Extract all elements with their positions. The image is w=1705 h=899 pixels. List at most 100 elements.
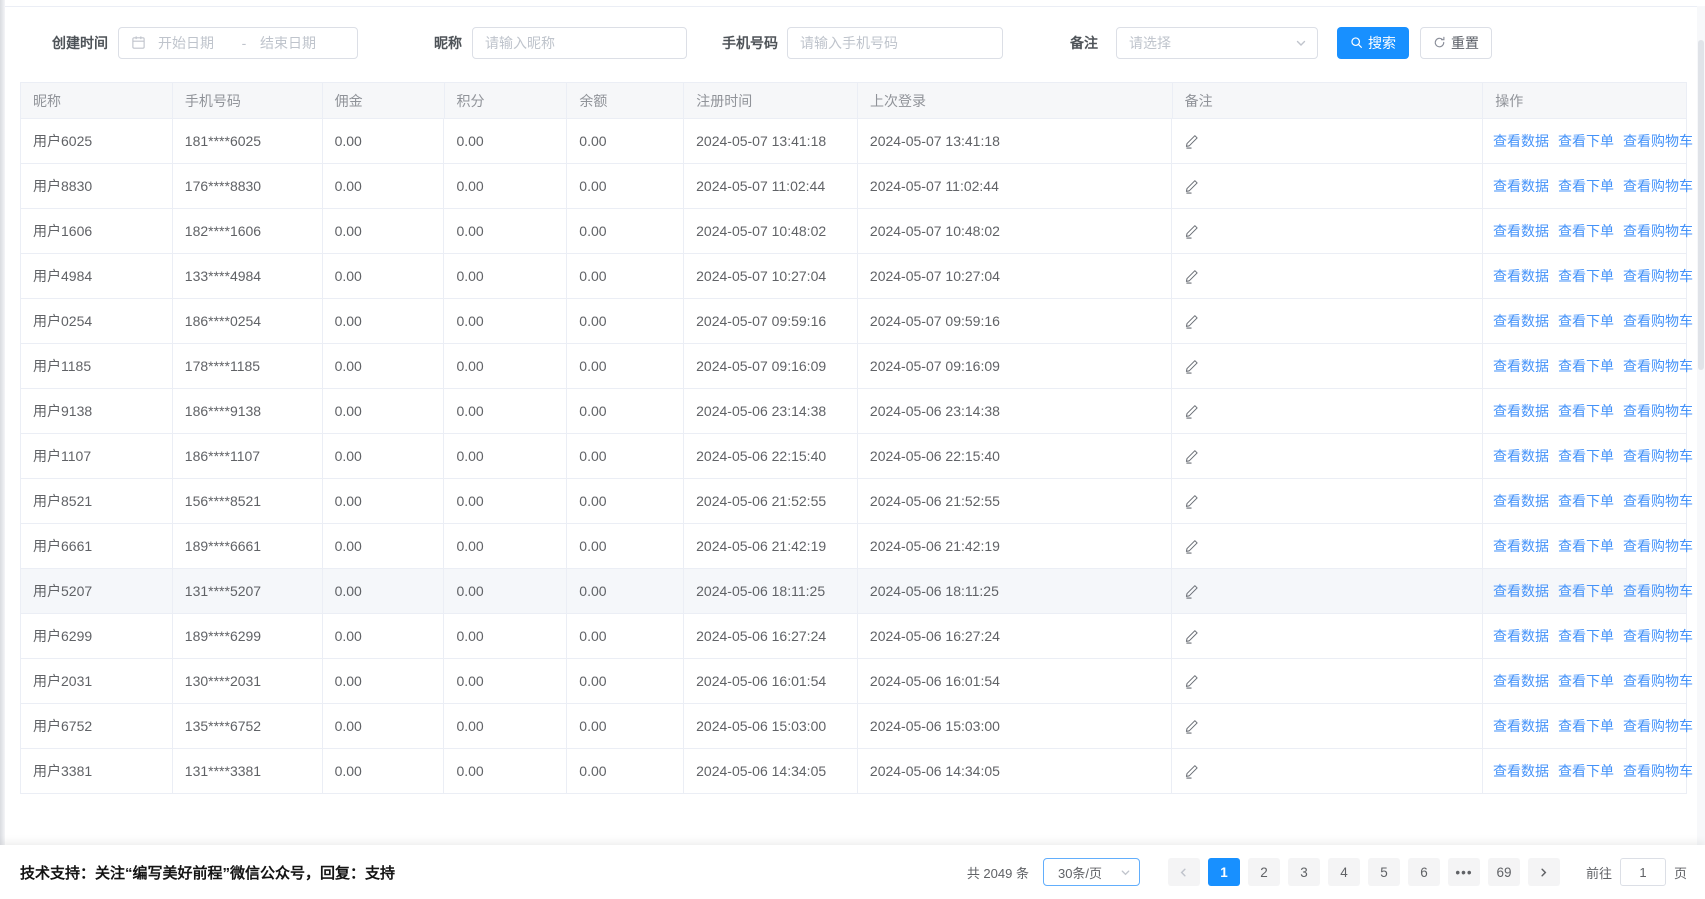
view-data-link[interactable]: 查看数据 [1493, 266, 1549, 286]
edit-remark-icon[interactable] [1184, 764, 1199, 779]
goto-page-input[interactable] [1620, 858, 1666, 886]
support-text: 技术支持：关注“编写美好前程”微信公众号，回复：支持 [20, 862, 395, 883]
edit-remark-icon[interactable] [1184, 719, 1199, 734]
pagination: 共 2049 条 30条/页 123456•••69 [967, 858, 1687, 886]
pager-page-button[interactable]: 6 [1408, 858, 1440, 886]
view-cart-link[interactable]: 查看购物车 [1623, 491, 1693, 511]
last-login-cell: 2024-05-06 18:11:25 [858, 569, 1173, 614]
view-data-link[interactable]: 查看数据 [1493, 581, 1549, 601]
pager-page-button[interactable]: 1 [1208, 858, 1240, 886]
view-orders-link[interactable]: 查看下单 [1558, 221, 1614, 241]
edit-remark-icon[interactable] [1184, 179, 1199, 194]
view-cart-link[interactable]: 查看购物车 [1623, 626, 1693, 646]
scrollbar-thumb[interactable] [1698, 40, 1704, 370]
phone-cell: 156****8521 [173, 479, 323, 524]
edit-remark-icon[interactable] [1184, 134, 1199, 149]
view-orders-link[interactable]: 查看下单 [1558, 716, 1614, 736]
start-date-input[interactable]: 开始日期 [150, 33, 236, 53]
view-data-link[interactable]: 查看数据 [1493, 311, 1549, 331]
remark-cell [1172, 614, 1483, 659]
end-date-input[interactable]: 结束日期 [252, 33, 338, 53]
view-data-link[interactable]: 查看数据 [1493, 401, 1549, 421]
search-button[interactable]: 搜索 [1337, 27, 1409, 59]
view-cart-link[interactable]: 查看购物车 [1623, 176, 1693, 196]
view-cart-link[interactable]: 查看购物车 [1623, 671, 1693, 691]
view-data-link[interactable]: 查看数据 [1493, 761, 1549, 781]
view-orders-link[interactable]: 查看下单 [1558, 401, 1614, 421]
vertical-scrollbar[interactable] [1697, 6, 1705, 845]
phone-input[interactable] [788, 28, 1002, 58]
pager-page-button[interactable]: 69 [1488, 858, 1520, 886]
prev-page-button[interactable] [1168, 858, 1200, 886]
edit-remark-icon[interactable] [1184, 449, 1199, 464]
actions-cell: 查看数据查看下单查看购物车 [1483, 434, 1686, 479]
edit-remark-icon[interactable] [1184, 584, 1199, 599]
edit-remark-icon[interactable] [1184, 674, 1199, 689]
view-orders-link[interactable]: 查看下单 [1558, 266, 1614, 286]
pager-page-button[interactable]: 4 [1328, 858, 1360, 886]
view-orders-link[interactable]: 查看下单 [1558, 671, 1614, 691]
edit-remark-icon[interactable] [1184, 314, 1199, 329]
remark-select[interactable]: 请选择 [1116, 27, 1318, 59]
phone-cell: 133****4984 [173, 254, 323, 299]
view-data-link[interactable]: 查看数据 [1493, 221, 1549, 241]
commission-cell: 0.00 [323, 434, 445, 479]
edit-remark-icon[interactable] [1184, 404, 1199, 419]
view-data-link[interactable]: 查看数据 [1493, 716, 1549, 736]
view-orders-link[interactable]: 查看下单 [1558, 491, 1614, 511]
pager-page-button[interactable]: 2 [1248, 858, 1280, 886]
view-cart-link[interactable]: 查看购物车 [1623, 446, 1693, 466]
edit-remark-icon[interactable] [1184, 224, 1199, 239]
phone-cell: 181****6025 [173, 119, 323, 164]
nickname-cell: 用户8521 [21, 479, 173, 524]
view-data-link[interactable]: 查看数据 [1493, 356, 1549, 376]
view-cart-link[interactable]: 查看购物车 [1623, 131, 1693, 151]
pager-more-button[interactable]: ••• [1448, 858, 1480, 886]
reset-button[interactable]: 重置 [1420, 27, 1492, 59]
view-cart-link[interactable]: 查看购物车 [1623, 536, 1693, 556]
view-data-link[interactable]: 查看数据 [1493, 536, 1549, 556]
pager-page-button[interactable]: 3 [1288, 858, 1320, 886]
nickname-cell: 用户6299 [21, 614, 173, 659]
view-orders-link[interactable]: 查看下单 [1558, 536, 1614, 556]
view-cart-link[interactable]: 查看购物车 [1623, 716, 1693, 736]
view-orders-link[interactable]: 查看下单 [1558, 356, 1614, 376]
view-data-link[interactable]: 查看数据 [1493, 626, 1549, 646]
edit-remark-icon[interactable] [1184, 269, 1199, 284]
view-cart-link[interactable]: 查看购物车 [1623, 266, 1693, 286]
view-cart-link[interactable]: 查看购物车 [1623, 221, 1693, 241]
view-data-link[interactable]: 查看数据 [1493, 176, 1549, 196]
edit-remark-icon[interactable] [1184, 539, 1199, 554]
view-cart-link[interactable]: 查看购物车 [1623, 761, 1693, 781]
last-login-cell: 2024-05-06 21:52:55 [858, 479, 1173, 524]
next-page-button[interactable] [1528, 858, 1560, 886]
view-orders-link[interactable]: 查看下单 [1558, 131, 1614, 151]
edit-remark-icon[interactable] [1184, 494, 1199, 509]
view-orders-link[interactable]: 查看下单 [1558, 446, 1614, 466]
date-range-picker[interactable]: 开始日期 - 结束日期 [118, 27, 358, 59]
view-cart-link[interactable]: 查看购物车 [1623, 581, 1693, 601]
edit-remark-icon[interactable] [1184, 359, 1199, 374]
view-orders-link[interactable]: 查看下单 [1558, 761, 1614, 781]
view-orders-link[interactable]: 查看下单 [1558, 311, 1614, 331]
view-data-link[interactable]: 查看数据 [1493, 491, 1549, 511]
view-data-link[interactable]: 查看数据 [1493, 131, 1549, 151]
view-orders-link[interactable]: 查看下单 [1558, 626, 1614, 646]
actions-cell: 查看数据查看下单查看购物车 [1483, 614, 1686, 659]
view-orders-link[interactable]: 查看下单 [1558, 176, 1614, 196]
page-size-select[interactable]: 30条/页 [1043, 858, 1140, 886]
table-row: 用户2031130****20310.000.000.002024-05-06 … [21, 659, 1686, 704]
nickname-input[interactable] [473, 28, 686, 58]
view-data-link[interactable]: 查看数据 [1493, 671, 1549, 691]
register-time-cell: 2024-05-06 15:03:00 [684, 704, 858, 749]
view-data-link[interactable]: 查看数据 [1493, 446, 1549, 466]
view-cart-link[interactable]: 查看购物车 [1623, 401, 1693, 421]
pager-page-button[interactable]: 5 [1368, 858, 1400, 886]
edit-remark-icon[interactable] [1184, 629, 1199, 644]
view-cart-link[interactable]: 查看购物车 [1623, 356, 1693, 376]
sidebar-edge [0, 0, 5, 899]
view-orders-link[interactable]: 查看下单 [1558, 581, 1614, 601]
view-cart-link[interactable]: 查看购物车 [1623, 311, 1693, 331]
register-time-cell: 2024-05-06 22:15:40 [684, 434, 858, 479]
actions-cell: 查看数据查看下单查看购物车 [1483, 749, 1686, 794]
